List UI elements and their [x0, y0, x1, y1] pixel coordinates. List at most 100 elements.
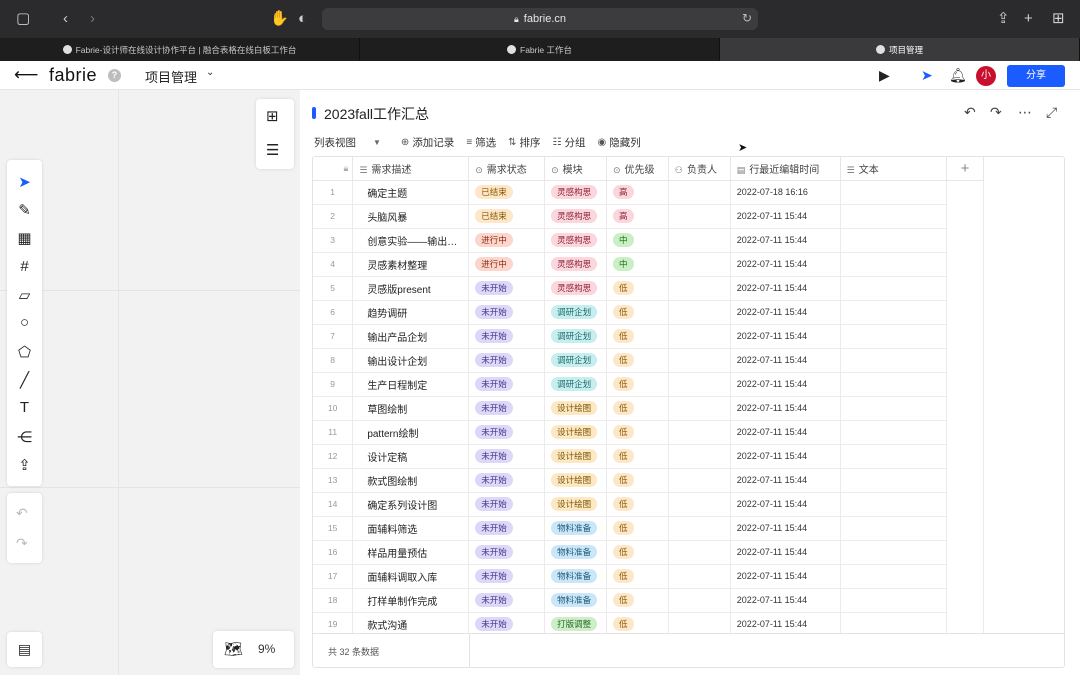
owner-cell[interactable] — [668, 516, 731, 541]
table-switch-icon[interactable]: ⊞ — [266, 107, 279, 125]
owner-cell[interactable] — [668, 228, 731, 253]
text-cell[interactable] — [840, 372, 948, 397]
module-cell[interactable]: 设计绘图 — [544, 444, 607, 469]
status-cell[interactable]: 未开始 — [468, 420, 546, 445]
priority-cell[interactable]: 低 — [606, 300, 669, 325]
module-cell[interactable]: 调研企划 — [544, 372, 607, 397]
priority-cell[interactable]: 低 — [606, 420, 669, 445]
status-cell[interactable]: 未开始 — [468, 396, 546, 421]
column-header-module[interactable]: ⊙ 模块 — [544, 157, 607, 181]
table-row[interactable]: 3 创意实验——输出… 进行中 灵感构思 中 2022-07-11 15:44 — [313, 228, 1064, 253]
description-cell[interactable]: 确定系列设计图 — [352, 492, 470, 517]
redo-icon[interactable]: ↷ — [990, 104, 1002, 121]
text-cell[interactable] — [840, 420, 948, 445]
sort-button[interactable]: ⇅ 排序 — [508, 135, 540, 150]
back-arrow-icon[interactable]: ⟵ — [14, 65, 38, 85]
table-row[interactable]: 11 pattern绘制 未开始 设计绘图 低 2022-07-11 15:44 — [313, 420, 1064, 445]
text-cell[interactable] — [840, 444, 948, 469]
description-cell[interactable]: 创意实验——输出… — [352, 228, 470, 253]
table-row[interactable]: 12 设计定稿 未开始 设计绘图 低 2022-07-11 15:44 — [313, 444, 1064, 469]
text-cell[interactable] — [840, 348, 948, 373]
undo-icon[interactable]: ↶ — [16, 505, 28, 522]
module-cell[interactable]: 灵感构思 — [544, 180, 607, 205]
zoom-level[interactable]: 9% — [258, 642, 275, 656]
priority-cell[interactable]: 低 — [606, 444, 669, 469]
select-cursor-icon[interactable]: ➤ — [14, 171, 35, 192]
status-cell[interactable]: 进行中 — [468, 252, 546, 277]
priority-cell[interactable]: 中 — [606, 228, 669, 253]
module-cell[interactable]: 灵感构思 — [544, 228, 607, 253]
edit-time-cell[interactable]: 2022-07-11 15:44 — [730, 372, 841, 397]
add-record-button[interactable]: ⊕ 添加记录 — [401, 135, 454, 150]
module-cell[interactable]: 调研企划 — [544, 324, 607, 349]
owner-cell[interactable] — [668, 540, 731, 565]
owner-cell[interactable] — [668, 492, 731, 517]
text-icon[interactable]: T — [14, 397, 35, 418]
status-cell[interactable]: 未开始 — [468, 348, 546, 373]
status-cell[interactable]: 未开始 — [468, 516, 546, 541]
address-bar[interactable]: 🔒︎ fabrie.cn ↻ — [322, 8, 758, 30]
module-cell[interactable]: 调研企划 — [544, 348, 607, 373]
owner-cell[interactable] — [668, 276, 731, 301]
module-cell[interactable]: 灵感构思 — [544, 204, 607, 229]
description-cell[interactable]: 头脑风暴 — [352, 204, 470, 229]
status-cell[interactable]: 未开始 — [468, 444, 546, 469]
status-cell[interactable]: 未开始 — [468, 540, 546, 565]
description-cell[interactable]: 设计定稿 — [352, 444, 470, 469]
description-cell[interactable]: 面辅料调取入库 — [352, 564, 470, 589]
status-cell[interactable]: 未开始 — [468, 588, 546, 613]
edit-time-cell[interactable]: 2022-07-11 15:44 — [730, 300, 841, 325]
edit-time-cell[interactable]: 2022-07-11 15:44 — [730, 348, 841, 373]
chevron-down-icon[interactable]: ⌄ — [206, 67, 214, 78]
column-header-desc[interactable]: ☰ 需求描述 — [352, 157, 470, 181]
table-row[interactable]: 1 确定主题 已结束 灵感构思 高 2022-07-18 16:16 — [313, 180, 1064, 205]
status-cell[interactable]: 未开始 — [468, 492, 546, 517]
share-button[interactable]: 分享 — [1007, 65, 1065, 87]
present-icon[interactable]: ▶︎ — [879, 67, 890, 84]
description-cell[interactable]: 生产日程制定 — [352, 372, 470, 397]
edit-time-cell[interactable]: 2022-07-11 15:44 — [730, 276, 841, 301]
priority-cell[interactable]: 中 — [606, 252, 669, 277]
column-header-text[interactable]: ☰ 文本 — [840, 157, 948, 181]
edit-time-cell[interactable]: 2022-07-11 15:44 — [730, 396, 841, 421]
owner-cell[interactable] — [668, 252, 731, 277]
owner-cell[interactable] — [668, 444, 731, 469]
edit-time-cell[interactable]: 2022-07-11 15:44 — [730, 588, 841, 613]
extension-hand-icon[interactable]: ✋ — [270, 10, 289, 28]
table-row[interactable]: 18 打样单制作完成 未开始 物料准备 低 2022-07-11 15:44 — [313, 588, 1064, 613]
table-row[interactable]: 2 头脑风暴 已结束 灵感构思 高 2022-07-11 15:44 — [313, 204, 1064, 229]
module-cell[interactable]: 物料准备 — [544, 588, 607, 613]
new-tab-icon[interactable]: + — [1024, 10, 1033, 28]
owner-cell[interactable] — [668, 468, 731, 493]
text-cell[interactable] — [840, 300, 948, 325]
add-row-icon[interactable]: ☰ — [266, 141, 279, 159]
edit-time-cell[interactable]: 2022-07-11 15:44 — [730, 564, 841, 589]
description-cell[interactable]: 输出产品企划 — [352, 324, 470, 349]
owner-cell[interactable] — [668, 564, 731, 589]
description-cell[interactable]: 输出设计企划 — [352, 348, 470, 373]
edit-time-cell[interactable]: 2022-07-11 15:44 — [730, 324, 841, 349]
frame-icon[interactable]: # — [14, 256, 35, 277]
layers-icon[interactable]: ▤ — [7, 632, 42, 667]
table-row[interactable]: 6 趋势调研 未开始 调研企划 低 2022-07-11 15:44 — [313, 300, 1064, 325]
table-row[interactable]: 5 灵感版present 未开始 灵感构思 低 2022-07-11 15:44 — [313, 276, 1064, 301]
sticky-note-icon[interactable]: ▱ — [14, 284, 35, 305]
browser-tab[interactable]: Fabrie-设计师在线设计协作平台 | 融合表格在线白板工作台 — [0, 38, 360, 61]
description-cell[interactable]: 面辅料筛选 — [352, 516, 470, 541]
table-row[interactable]: 4 灵感素材整理 进行中 灵感构思 中 2022-07-11 15:44 — [313, 252, 1064, 277]
help-icon[interactable]: ? — [108, 69, 121, 82]
priority-cell[interactable]: 低 — [606, 372, 669, 397]
text-cell[interactable] — [840, 276, 948, 301]
browser-forward-icon[interactable]: › — [90, 10, 95, 28]
whiteboard-canvas[interactable] — [0, 90, 300, 675]
text-cell[interactable] — [840, 252, 948, 277]
tab-overview-icon[interactable]: ⊞ — [1052, 10, 1065, 28]
undo-icon[interactable]: ↶ — [964, 104, 976, 121]
edit-time-cell[interactable]: 2022-07-11 15:44 — [730, 468, 841, 493]
priority-cell[interactable]: 高 — [606, 180, 669, 205]
upload-icon[interactable]: ⇪ — [14, 454, 35, 475]
browser-back-icon[interactable]: ‹ — [63, 10, 68, 28]
table-row[interactable]: 17 面辅料调取入库 未开始 物料准备 低 2022-07-11 15:44 — [313, 564, 1064, 589]
filter-button[interactable]: ≡ 筛选 — [466, 135, 496, 150]
module-cell[interactable]: 物料准备 — [544, 564, 607, 589]
